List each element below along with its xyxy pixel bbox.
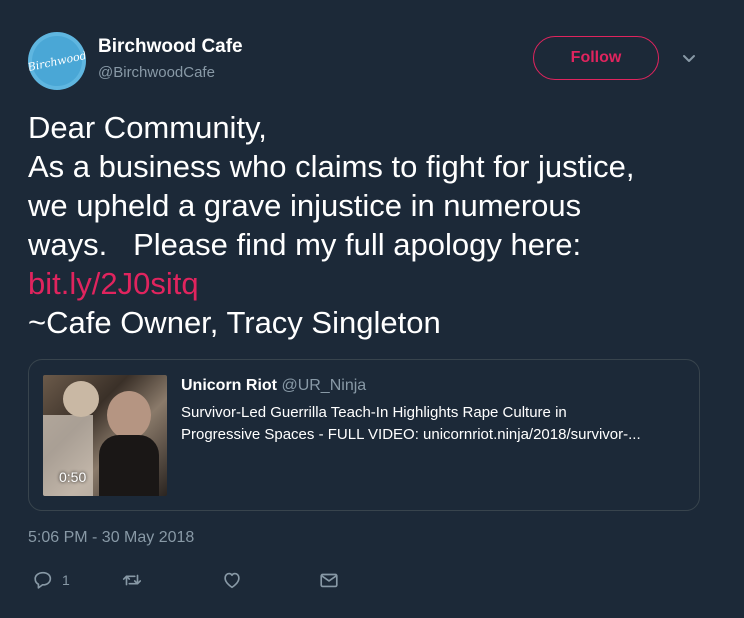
card-body: Survivor-Led Guerrilla Teach-In Highligh…: [181, 402, 691, 446]
apology-link[interactable]: bit.ly/2J0sitq: [28, 264, 728, 303]
tweet-line: Dear Community,: [28, 110, 267, 145]
thumbnail-figure: [63, 381, 99, 417]
thumbnail-figure: [99, 435, 159, 496]
quoted-tweet-card[interactable]: 0:50 Unicorn Riot @UR_Ninja Survivor-Led…: [28, 359, 700, 511]
tweet-line: As a business who claims to fight for ju…: [28, 149, 635, 184]
chevron-down-icon[interactable]: [680, 50, 698, 68]
tweet-timestamp[interactable]: 5:06 PM - 30 May 2018: [28, 529, 194, 547]
tweet-signature: ~Cafe Owner, Tracy Singleton: [28, 305, 441, 340]
avatar-logo: Birchwood: [28, 32, 86, 90]
card-body-line: Progressive Spaces - FULL VIDEO: unicorn…: [181, 426, 641, 443]
reply-count: 1: [62, 572, 70, 588]
thumbnail-figure: [107, 391, 151, 439]
follow-button[interactable]: Follow: [533, 36, 659, 80]
message-button[interactable]: [318, 568, 340, 592]
retweet-button[interactable]: [121, 568, 143, 592]
card-author-name: Unicorn Riot: [181, 377, 277, 394]
video-duration: 0:50: [59, 469, 87, 485]
card-body-line: Survivor-Led Guerrilla Teach-In Highligh…: [181, 404, 567, 421]
avatar[interactable]: Birchwood: [28, 32, 86, 90]
reply-button[interactable]: 1: [32, 568, 70, 592]
video-thumbnail[interactable]: 0:50: [43, 375, 167, 496]
display-name[interactable]: Birchwood Cafe: [98, 36, 243, 58]
reply-icon: [34, 571, 52, 589]
retweet-icon: [122, 574, 142, 586]
like-button[interactable]: [221, 568, 243, 592]
tweet-text: Dear Community, As a business who claims…: [28, 108, 728, 342]
user-handle[interactable]: @BirchwoodCafe: [98, 64, 215, 81]
tweet-line: we upheld a grave injustice in numerous: [28, 188, 582, 223]
card-author: Unicorn Riot @UR_Ninja: [181, 377, 366, 395]
like-icon: [224, 572, 240, 589]
tweet-line: ways. Please find my full apology here:: [28, 227, 582, 262]
card-author-handle: @UR_Ninja: [281, 377, 367, 394]
message-icon: [320, 573, 338, 588]
